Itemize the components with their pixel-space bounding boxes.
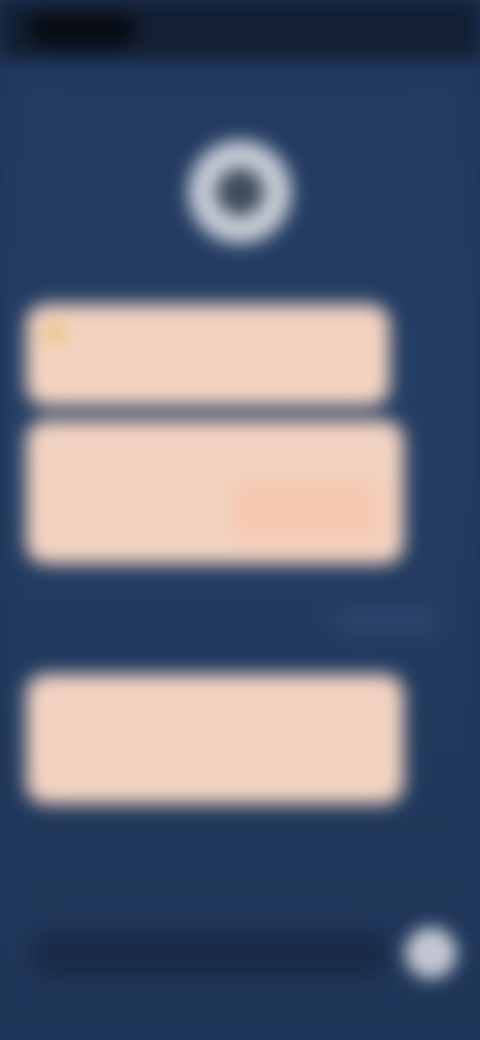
- message-input[interactable]: [50, 946, 370, 962]
- send-icon: ➤: [422, 942, 440, 965]
- message-bubble[interactable]: [26, 304, 390, 406]
- timestamp-chip: [334, 604, 440, 636]
- more-button[interactable]: ⋮: [410, 88, 450, 128]
- more-icon: ⋮: [418, 94, 442, 122]
- back-button[interactable]: ‹: [30, 88, 70, 128]
- message-highlight: [230, 480, 380, 540]
- message-bubble[interactable]: [26, 420, 404, 564]
- user-avatar-icon: [209, 161, 271, 223]
- chevron-left-icon: ‹: [45, 92, 55, 123]
- chat-screen: ‹ ⋮ ➤: [0, 0, 480, 1040]
- avatar[interactable]: [188, 140, 292, 244]
- message-bubble[interactable]: [26, 674, 404, 804]
- emoji-icon: [48, 325, 64, 342]
- send-button[interactable]: ➤: [406, 928, 456, 978]
- status-pill: [28, 14, 136, 46]
- message-composer[interactable]: [30, 930, 390, 978]
- status-bar: [0, 0, 480, 60]
